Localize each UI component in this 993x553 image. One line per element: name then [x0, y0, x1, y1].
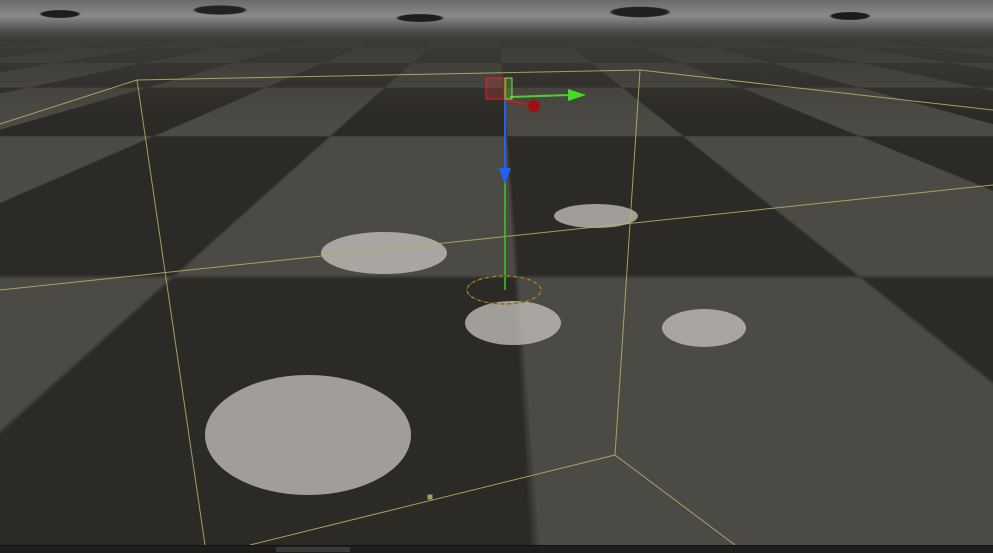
bounds-handle[interactable] [427, 494, 433, 500]
bottom-panel-tab[interactable] [276, 547, 350, 552]
light-spot[interactable] [465, 301, 561, 345]
scene-overlay [0, 69, 993, 545]
light-spot[interactable] [205, 375, 411, 495]
x-axis-handle-icon[interactable] [528, 100, 540, 112]
plane-handle-yz[interactable] [504, 77, 513, 100]
y-axis-arrow-icon[interactable] [568, 89, 586, 101]
plane-handle-xz[interactable] [485, 77, 507, 100]
3d-viewport[interactable] [0, 0, 993, 545]
transform-gizmo[interactable] [466, 77, 586, 305]
z-axis-arrow-icon[interactable] [499, 168, 511, 184]
light-spot[interactable] [554, 204, 638, 228]
light-spots [205, 204, 746, 495]
x-axis-line [509, 94, 571, 98]
light-spot[interactable] [662, 309, 746, 347]
light-spot[interactable] [321, 232, 447, 274]
